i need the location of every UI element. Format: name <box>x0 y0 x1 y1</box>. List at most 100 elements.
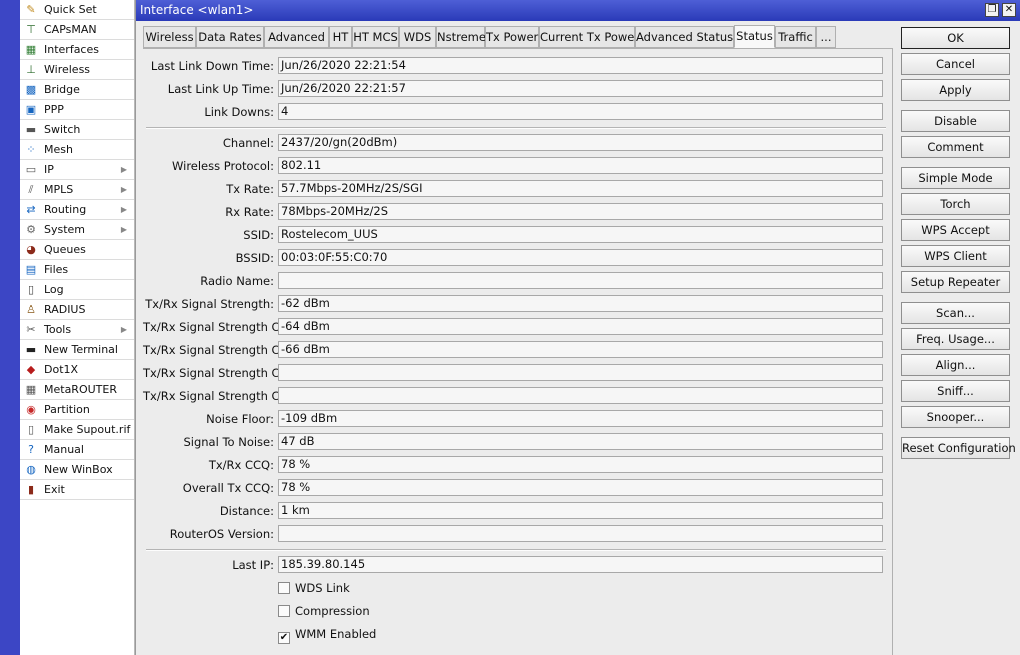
field-last-ip: Last IP: 185.39.80.145 <box>143 556 893 574</box>
field-bssid: BSSID: 00:03:0F:55:C0:70 <box>143 249 893 267</box>
align-button[interactable]: Align... <box>901 354 1010 376</box>
menu-item-interfaces[interactable]: ▦ Interfaces <box>20 40 134 60</box>
menu-item-new-terminal[interactable]: ▬ New Terminal <box>20 340 134 360</box>
field-value[interactable] <box>278 525 883 542</box>
tab-ht-mcs[interactable]: HT MCS <box>352 26 399 48</box>
menu-item-ip[interactable]: ▭ IP ▶ <box>20 160 134 180</box>
menu-item-make-supout-rif[interactable]: ▯ Make Supout.rif <box>20 420 134 440</box>
sniff-button[interactable]: Sniff... <box>901 380 1010 402</box>
field-value[interactable]: 802.11 <box>278 157 883 174</box>
checkbox-compression[interactable]: Compression <box>278 602 370 620</box>
menu-item-new-winbox[interactable]: ◍ New WinBox <box>20 460 134 480</box>
menu-item-routing[interactable]: ⇄ Routing ▶ <box>20 200 134 220</box>
tab-current-tx-power[interactable]: Current Tx Power <box>539 26 639 48</box>
field-value[interactable]: 78 % <box>278 456 883 473</box>
field-value[interactable]: Jun/26/2020 22:21:54 <box>278 57 883 74</box>
field-value[interactable]: -109 dBm <box>278 410 883 427</box>
field-distance: Distance: 1 km <box>143 502 893 520</box>
interface-window: Interface <wlan1> ❐ ✕ Wireless Data Rates… <box>135 0 1020 655</box>
freq-usage-button[interactable]: Freq. Usage... <box>901 328 1010 350</box>
apply-button[interactable]: Apply <box>901 79 1010 101</box>
wps-accept-button[interactable]: WPS Accept <box>901 219 1010 241</box>
menu-item-metarouter[interactable]: ▦ MetaROUTER <box>20 380 134 400</box>
menu-item-mpls[interactable]: ⫽ MPLS ▶ <box>20 180 134 200</box>
menu-item-log[interactable]: ▯ Log <box>20 280 134 300</box>
field-value[interactable]: -62 dBm <box>278 295 883 312</box>
field-value[interactable]: 4 <box>278 103 883 120</box>
tab-advanced[interactable]: Advanced <box>264 26 329 48</box>
menu-item-queues[interactable]: ◕ Queues <box>20 240 134 260</box>
menu-item-label: Exit <box>44 483 65 496</box>
torch-button[interactable]: Torch <box>901 193 1010 215</box>
field-value[interactable]: 185.39.80.145 <box>278 556 883 573</box>
field-value[interactable]: -64 dBm <box>278 318 883 335</box>
dot1x-icon: ◆ <box>26 363 36 376</box>
menu-item-label: Files <box>44 263 69 276</box>
tab-wireless[interactable]: Wireless <box>143 26 196 48</box>
checkbox-wds-link[interactable]: WDS Link <box>278 579 350 597</box>
simple-mode-button[interactable]: Simple Mode <box>901 167 1010 189</box>
checkbox-box[interactable] <box>278 582 290 594</box>
scan-button[interactable]: Scan... <box>901 302 1010 324</box>
exit-icon: ▮ <box>27 483 35 496</box>
checkbox-wmm-enabled[interactable]: ✔ WMM Enabled <box>278 625 376 644</box>
field-rx-rate: Rx Rate: 78Mbps-20MHz/2S <box>143 203 893 221</box>
field-label: Radio Name: <box>200 274 274 288</box>
tab-tx-power[interactable]: Tx Power <box>485 26 539 48</box>
menu-item-mesh[interactable]: ⁘ Mesh <box>20 140 134 160</box>
cancel-button[interactable]: Cancel <box>901 53 1010 75</box>
field-value[interactable]: Jun/26/2020 22:21:57 <box>278 80 883 97</box>
comment-button[interactable]: Comment <box>901 136 1010 158</box>
tab-data-rates[interactable]: Data Rates <box>196 26 264 48</box>
field-value[interactable]: 1 km <box>278 502 883 519</box>
menu-item-exit[interactable]: ▮ Exit <box>20 480 134 500</box>
field-value[interactable]: -66 dBm <box>278 341 883 358</box>
tab-more[interactable]: ... <box>816 26 836 48</box>
field-value[interactable]: Rostelecom_UUS <box>278 226 883 243</box>
field-value[interactable]: 2437/20/gn(20dBm) <box>278 134 883 151</box>
field-value[interactable] <box>278 364 883 381</box>
menu-item-dot1x[interactable]: ◆ Dot1X <box>20 360 134 380</box>
tab-wds[interactable]: WDS <box>399 26 436 48</box>
menu-item-label: New WinBox <box>44 463 113 476</box>
menu-item-label: Wireless <box>44 63 91 76</box>
tab-nstreme[interactable]: Nstreme <box>436 26 486 48</box>
menu-item-tools[interactable]: ✂ Tools ▶ <box>20 320 134 340</box>
snooper-button[interactable]: Snooper... <box>901 406 1010 428</box>
field-value[interactable]: 78 % <box>278 479 883 496</box>
menu-item-partition[interactable]: ◉ Partition <box>20 400 134 420</box>
ok-button[interactable]: OK <box>901 27 1010 49</box>
wireless-icon: ⊥ <box>26 63 36 76</box>
checkbox-box[interactable] <box>278 605 290 617</box>
field-value[interactable] <box>278 387 883 404</box>
wps-client-button[interactable]: WPS Client <box>901 245 1010 267</box>
menu-item-label: Switch <box>44 123 81 136</box>
field-value[interactable] <box>278 272 883 289</box>
setup-repeater-button[interactable]: Setup Repeater <box>901 271 1010 293</box>
menu-item-capsman[interactable]: ⊤ CAPsMAN <box>20 20 134 40</box>
menu-item-manual[interactable]: ? Manual <box>20 440 134 460</box>
field-value[interactable]: 78Mbps-20MHz/2S <box>278 203 883 220</box>
tab-advanced-status[interactable]: Advanced Status <box>635 26 734 48</box>
menu-item-files[interactable]: ▤ Files <box>20 260 134 280</box>
window-titlebar[interactable]: Interface <wlan1> ❐ ✕ <box>136 0 1020 21</box>
menu-item-wireless[interactable]: ⊥ Wireless <box>20 60 134 80</box>
reset-configuration-button[interactable]: Reset Configuration <box>901 437 1016 459</box>
tab-ht[interactable]: HT <box>329 26 352 48</box>
field-value[interactable]: 00:03:0F:55:C0:70 <box>278 249 883 266</box>
checkbox-box[interactable]: ✔ <box>278 632 290 644</box>
menu-item-bridge[interactable]: ▩ Bridge <box>20 80 134 100</box>
menu-item-label: Routing <box>44 203 87 216</box>
menu-item-switch[interactable]: ▬ Switch <box>20 120 134 140</box>
menu-item-ppp[interactable]: ▣ PPP <box>20 100 134 120</box>
menu-item-label: Mesh <box>44 143 73 156</box>
menu-item-quick-set[interactable]: ✎ Quick Set <box>20 0 134 20</box>
menu-item-system[interactable]: ⚙ System ▶ <box>20 220 134 240</box>
field-last-link-down-time: Last Link Down Time: Jun/26/2020 22:21:54 <box>143 57 893 75</box>
menu-item-radius[interactable]: ♙ RADIUS <box>20 300 134 320</box>
field-value[interactable]: 47 dB <box>278 433 883 450</box>
field-value[interactable]: 57.7Mbps-20MHz/2S/SGI <box>278 180 883 197</box>
tab-traffic[interactable]: Traffic <box>775 26 816 48</box>
tab-status[interactable]: Status <box>734 25 775 48</box>
disable-button[interactable]: Disable <box>901 110 1010 132</box>
